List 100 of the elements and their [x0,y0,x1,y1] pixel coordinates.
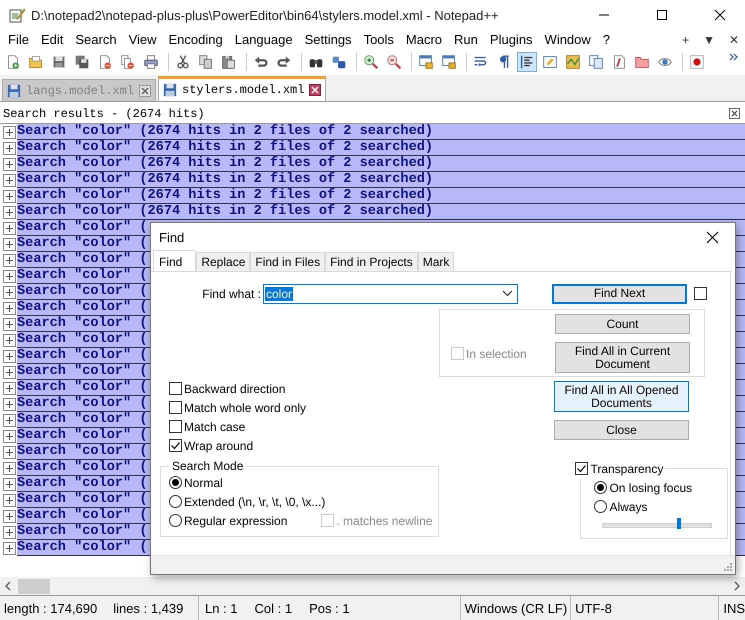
expand-icon[interactable] [3,158,16,170]
menu-button[interactable]: ✕ [729,32,739,46]
dialog-button[interactable]: Count [555,314,690,334]
menu-button[interactable]: ▼ [703,32,715,46]
checkbox[interactable] [694,287,707,300]
expand-icon[interactable] [3,366,16,378]
slider[interactable] [602,518,712,530]
status-text: UTF-8 [575,600,612,616]
checkbox[interactable] [169,401,182,414]
tab-close-icon[interactable] [139,84,152,96]
scroll-right-icon[interactable] [733,581,741,591]
expand-icon[interactable] [3,398,16,410]
radio-label: Regular expression [184,514,288,528]
expand-icon[interactable] [3,430,16,442]
expand-icon[interactable] [3,142,16,154]
radio-label: On losing focus [609,480,692,494]
dialog-tab[interactable]: Find [153,250,196,271]
expand-icon[interactable] [3,414,16,426]
expand-icon[interactable] [3,382,16,394]
tab-close-icon[interactable] [309,84,322,96]
expand-icon[interactable] [3,494,16,506]
status-text: length : 174,690 [4,600,98,616]
menu-item[interactable]: Settings [298,32,358,47]
expand-icon[interactable] [3,542,16,554]
floppy-icon [7,84,21,98]
expand-icon[interactable] [3,302,16,314]
expand-icon[interactable] [3,190,16,202]
expand-icon[interactable] [3,446,16,458]
dropdown-icon[interactable] [502,290,513,297]
menu-item[interactable]: Macro [400,32,448,47]
expand-icon[interactable] [3,510,16,522]
menu-item[interactable]: Window [538,32,597,47]
close-icon[interactable] [714,9,726,21]
expand-icon[interactable] [3,318,16,330]
radio-button[interactable] [169,495,182,508]
radio-label: Always [609,500,648,514]
expand-icon[interactable] [3,238,16,250]
scroll-left-icon[interactable] [4,581,12,591]
expand-icon[interactable] [3,174,16,186]
checkbox[interactable] [169,420,182,433]
radio-label: Extended (\n, \r, \t, \0, \x...) [184,494,326,508]
expand-icon[interactable] [3,206,16,218]
dialog-button[interactable]: Find All in Current Document [555,342,690,373]
dialog-title: Find [159,230,184,245]
menu-button[interactable]: + [682,32,690,46]
checkbox[interactable] [575,462,588,475]
status-text: lines : 1,439 [113,600,184,616]
dialog-tab[interactable]: Find in Files [250,252,326,271]
menu-item[interactable]: File [2,32,35,47]
dialog-tab[interactable]: Replace [196,252,250,271]
chevron-icon[interactable] [729,52,739,62]
indent-guide-icon[interactable] [517,52,537,72]
menu-item[interactable]: Encoding [162,32,229,47]
checkbox[interactable] [169,439,182,452]
expand-icon[interactable] [3,254,16,266]
status-text: INS [723,600,745,616]
radio-button[interactable] [594,500,608,513]
group-title: Search Mode [171,459,244,473]
expand-icon[interactable] [3,478,16,490]
dialog-button[interactable]: Find All in All Opened Documents [554,381,689,412]
dialog-tab[interactable]: Mark [418,252,454,271]
close-icon[interactable] [706,231,719,244]
status-text: Windows (CR LF) [464,600,568,616]
search-field[interactable]: color [263,284,518,304]
expand-icon[interactable] [3,286,16,298]
expand-icon[interactable] [3,350,16,362]
radio-button[interactable] [169,514,182,527]
menu-item[interactable]: View [122,32,163,47]
radio-button[interactable] [594,481,608,494]
expand-icon[interactable] [3,222,16,234]
menu-item[interactable]: Search [69,32,123,47]
close-icon[interactable] [729,108,740,119]
menu-item[interactable]: Plugins [484,32,539,47]
slider-thumb[interactable] [677,518,682,529]
expand-icon[interactable] [3,526,16,538]
dialog-tab[interactable]: Find in Projects [325,252,418,271]
menu-item[interactable]: ? [596,32,616,47]
expand-icon[interactable] [3,462,16,474]
dialog-button[interactable]: Close [554,420,689,440]
checkbox[interactable] [169,382,182,395]
checkbox-label: Backward direction [184,382,286,396]
file-tab[interactable]: stylers.model.xml [158,76,326,101]
menu-item[interactable]: Tools [358,32,400,47]
field-label: Find what : [201,286,262,300]
expand-icon[interactable] [3,126,16,138]
maximize-icon[interactable] [656,9,668,21]
menu-item[interactable]: Run [448,32,484,47]
status-text: Ln : 1 [204,600,238,616]
radio-button[interactable] [169,476,182,489]
menu-item[interactable]: Edit [34,32,70,47]
scrollbar-thumb[interactable] [18,578,50,594]
expand-icon[interactable] [3,334,16,346]
menu-item[interactable]: Language [228,32,299,47]
panel-title: Search results - (2674 hits) [2,106,205,120]
resize-grip-icon[interactable] [724,563,732,571]
floppy-icon [163,83,178,97]
checkbox-label: Transparency [590,462,664,476]
checkbox-label: . matches newline [336,514,432,528]
expand-icon[interactable] [3,270,16,282]
dialog-button[interactable]: Find Next [552,284,687,304]
